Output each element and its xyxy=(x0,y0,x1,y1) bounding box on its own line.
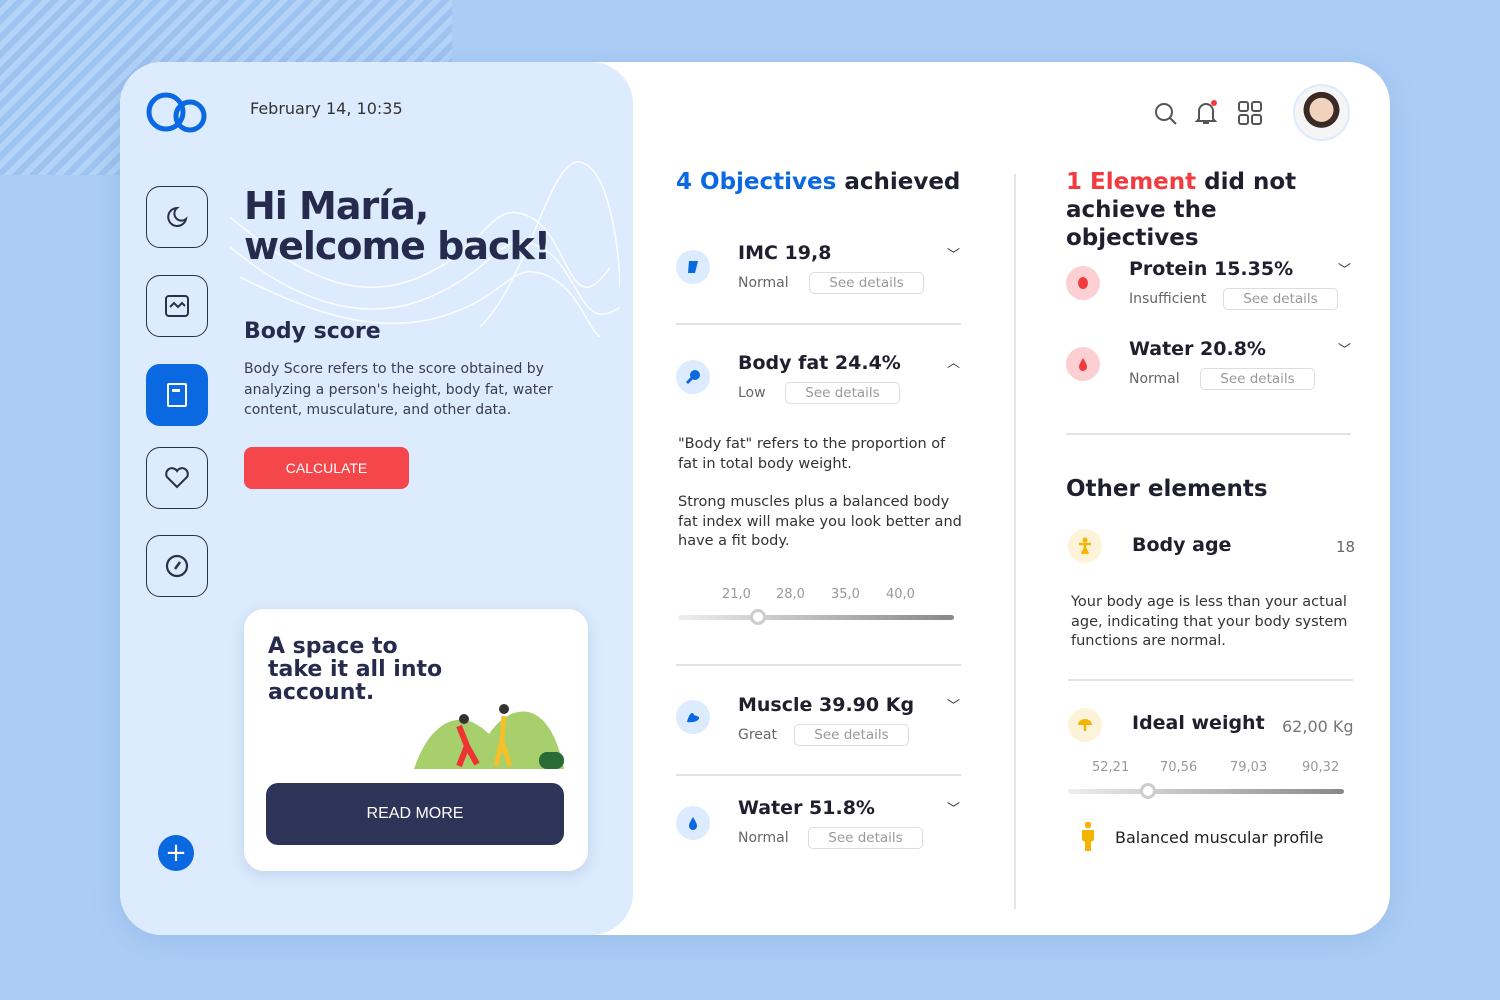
column-divider xyxy=(1014,174,1016,909)
fitness-illustration xyxy=(414,704,564,769)
welcome-line-2: welcome back! xyxy=(244,224,551,268)
imc-status: Normal xyxy=(738,275,789,291)
failed-water-see-details-button[interactable]: See details xyxy=(1200,368,1315,390)
objectives-count: 4 Objectives xyxy=(676,169,837,195)
water-title: Water 51.8% xyxy=(738,797,875,819)
water-status: Normal xyxy=(738,830,789,846)
protein-title: Protein 15.35% xyxy=(1129,258,1294,280)
water-icon xyxy=(676,806,710,840)
protein-see-details-button[interactable]: See details xyxy=(1223,288,1338,310)
ideal-weight-slider[interactable] xyxy=(1068,783,1344,799)
left-panel: February 14, 10:35 Hi María, welcome back… xyxy=(120,62,633,935)
bell-icon[interactable] xyxy=(1194,100,1218,126)
divider xyxy=(676,664,961,666)
scale-icon xyxy=(1068,708,1102,742)
date-time: February 14, 10:35 xyxy=(250,99,403,118)
slider-tick: 40,0 xyxy=(886,587,915,602)
nav-health[interactable] xyxy=(146,447,208,509)
nav-sleep[interactable] xyxy=(146,186,208,248)
gauge-icon xyxy=(165,554,189,578)
imc-title: IMC 19,8 xyxy=(738,242,832,264)
ideal-weight-value: 62,00 Kg xyxy=(1282,717,1354,736)
body-fat-status: Low xyxy=(738,385,766,401)
muscle-chevron-down-icon[interactable]: ﹀ xyxy=(947,695,960,714)
add-button[interactable]: + xyxy=(158,835,194,871)
slider-tick: 28,0 xyxy=(776,587,805,602)
body-fat-description: "Body fat" refers to the proportion of f… xyxy=(678,436,946,472)
avatar[interactable] xyxy=(1293,84,1350,141)
protein-chevron-down-icon[interactable]: ﹀ xyxy=(1338,259,1351,278)
muscle-see-details-button[interactable]: See details xyxy=(794,724,909,746)
heart-icon xyxy=(165,467,189,489)
imc-see-details-button[interactable]: See details xyxy=(809,272,924,294)
water-see-details-button[interactable]: See details xyxy=(808,827,923,849)
divider xyxy=(1066,433,1351,435)
sleep-icon xyxy=(167,206,188,227)
slider-thumb[interactable] xyxy=(1140,783,1157,799)
calculate-button[interactable]: CALCULATE xyxy=(244,447,409,489)
slider-thumb[interactable] xyxy=(750,609,767,625)
slider-tick: 79,03 xyxy=(1230,760,1268,775)
failed-count: 1 Element xyxy=(1066,169,1197,195)
muscle-title: Muscle 39.90 Kg xyxy=(738,694,915,716)
body-fat-advice: Strong muscles plus a balanced body fat … xyxy=(678,494,962,549)
divider xyxy=(676,774,961,776)
failed-heading: 1 Element did not achieve the objectives xyxy=(1066,168,1356,252)
nav-activity[interactable] xyxy=(146,275,208,337)
objectives-heading: 4 Objectives achieved xyxy=(676,168,960,196)
dashboard-card: February 14, 10:35 Hi María, welcome back… xyxy=(120,62,1390,935)
slider-tick: 52,21 xyxy=(1092,760,1130,775)
slider-tick: 21,0 xyxy=(722,587,751,602)
report-icon xyxy=(167,383,187,407)
divider xyxy=(676,323,961,325)
welcome-line-1: Hi María, xyxy=(244,184,429,228)
divider xyxy=(1068,679,1353,681)
water-drop-icon xyxy=(1066,347,1100,381)
water-chevron-down-icon[interactable]: ﹀ xyxy=(947,798,960,817)
imc-icon xyxy=(676,250,710,284)
protein-status: Insufficient xyxy=(1129,291,1207,307)
failed-water-title: Water 20.8% xyxy=(1129,338,1266,360)
body-score-title: Body score xyxy=(244,319,381,344)
objectives-heading-rest: achieved xyxy=(836,169,961,195)
slider-tick: 35,0 xyxy=(831,587,860,602)
failed-water-status: Normal xyxy=(1129,371,1180,387)
slider-tick: 90,32 xyxy=(1302,760,1340,775)
slider-tick: 70,56 xyxy=(1160,760,1198,775)
nav-gauge[interactable] xyxy=(146,535,208,597)
welcome-heading: Hi María, welcome back! xyxy=(244,184,551,268)
body-fat-title: Body fat 24.4% xyxy=(738,352,901,374)
failed-water-chevron-down-icon[interactable]: ﹀ xyxy=(1338,339,1351,358)
muscular-profile-label: Balanced muscular profile xyxy=(1115,828,1324,847)
promo-card: A space to take it all into account. REA… xyxy=(244,609,588,871)
activity-icon xyxy=(165,295,189,317)
body-fat-chevron-up-icon[interactable]: ︿ xyxy=(947,352,960,371)
body-age-description: Your body age is less than your actual a… xyxy=(1071,594,1348,649)
muscle-icon xyxy=(676,700,710,734)
search-icon[interactable] xyxy=(1154,102,1178,126)
other-elements-heading: Other elements xyxy=(1066,476,1268,502)
body-fat-icon xyxy=(676,360,710,394)
nav-report[interactable] xyxy=(146,364,208,426)
body-score-text: Body Score refers to the score obtained … xyxy=(244,361,553,418)
body-age-value: 18 xyxy=(1336,538,1356,556)
person-icon xyxy=(1068,529,1102,563)
read-more-button[interactable]: READ MORE xyxy=(266,783,564,845)
app-logo xyxy=(146,92,207,133)
body-age-label: Body age xyxy=(1132,534,1232,556)
imc-chevron-down-icon[interactable]: ﹀ xyxy=(947,244,960,263)
protein-icon xyxy=(1066,266,1100,300)
grid-icon[interactable] xyxy=(1238,101,1262,125)
body-profile-icon xyxy=(1082,822,1094,851)
ideal-weight-label: Ideal weight xyxy=(1132,712,1265,734)
body-fat-see-details-button[interactable]: See details xyxy=(785,382,900,404)
body-fat-slider[interactable] xyxy=(678,609,954,625)
muscle-status: Great xyxy=(738,727,777,743)
